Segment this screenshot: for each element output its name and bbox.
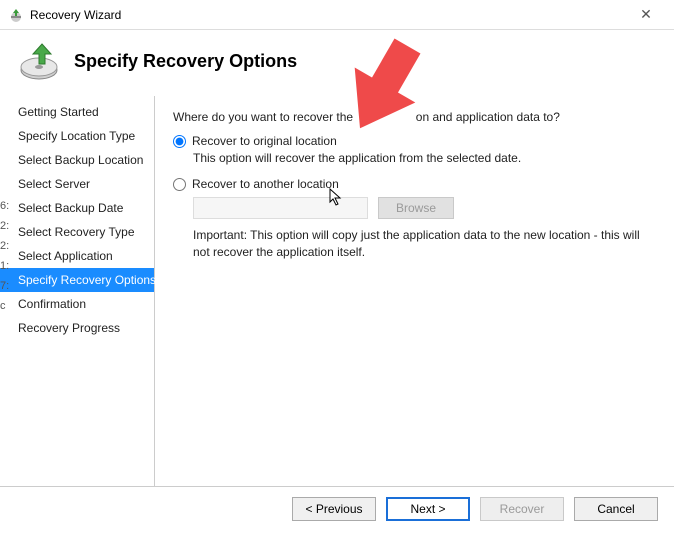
sidebar-item-select-backup-date[interactable]: Select Backup Date [0, 196, 154, 220]
sidebar-item-select-server[interactable]: Select Server [0, 172, 154, 196]
radio-another-label: Recover to another location [192, 177, 339, 191]
recovery-question: Where do you want to recover the on and … [173, 110, 656, 124]
titlebar: Recovery Wizard ✕ [0, 0, 674, 30]
close-icon[interactable]: ✕ [626, 6, 666, 23]
wizard-footer: < Previous Next > Recover Cancel [0, 486, 674, 531]
option-original: Recover to original location This option… [173, 134, 656, 165]
option-another-important: Important: This option will copy just th… [193, 227, 656, 261]
sidebar-item-select-application[interactable]: Select Application [0, 244, 154, 268]
next-button[interactable]: Next > [386, 497, 470, 521]
wizard-sidebar: Getting StartedSpecify Location TypeSele… [0, 96, 155, 486]
recovery-icon [18, 40, 60, 82]
sidebar-item-getting-started[interactable]: Getting Started [0, 100, 154, 124]
question-post: on and application data to? [416, 110, 560, 124]
sidebar-item-recovery-progress[interactable]: Recovery Progress [0, 316, 154, 340]
radio-original-input[interactable] [173, 135, 186, 148]
radio-original-label: Recover to original location [192, 134, 337, 148]
option-original-desc: This option will recover the application… [193, 151, 656, 165]
recover-button[interactable]: Recover [480, 497, 564, 521]
radio-recover-another[interactable]: Recover to another location [173, 177, 656, 191]
sidebar-item-select-recovery-type[interactable]: Select Recovery Type [0, 220, 154, 244]
sidebar-item-confirmation[interactable]: Confirmation [0, 292, 154, 316]
window-title: Recovery Wizard [30, 8, 626, 22]
wizard-content: Where do you want to recover the on and … [155, 96, 674, 486]
app-icon [8, 7, 24, 23]
page-title: Specify Recovery Options [74, 51, 297, 72]
path-row: Browse [193, 197, 656, 219]
sidebar-item-specify-location-type[interactable]: Specify Location Type [0, 124, 154, 148]
question-pre: Where do you want to recover the [173, 110, 353, 124]
radio-another-input[interactable] [173, 178, 186, 191]
wizard-body: Getting StartedSpecify Location TypeSele… [0, 96, 674, 486]
radio-recover-original[interactable]: Recover to original location [173, 134, 656, 148]
sidebar-item-specify-recovery-options[interactable]: Specify Recovery Options [0, 268, 154, 292]
cancel-button[interactable]: Cancel [574, 497, 658, 521]
sidebar-item-select-backup-location[interactable]: Select Backup Location [0, 148, 154, 172]
recovery-path-input[interactable] [193, 197, 368, 219]
wizard-header: Specify Recovery Options [0, 30, 674, 96]
left-edge-stubs: 6:2: 2:1:7: c [0, 196, 9, 316]
browse-button[interactable]: Browse [378, 197, 454, 219]
previous-button[interactable]: < Previous [292, 497, 376, 521]
option-another: Recover to another location Browse Impor… [173, 177, 656, 261]
